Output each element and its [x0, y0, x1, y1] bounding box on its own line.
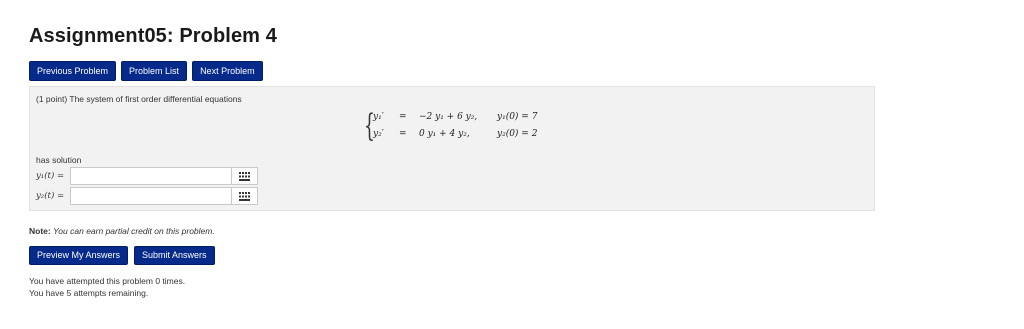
answer-label-y1: y₁(t) =: [36, 171, 65, 181]
remaining-text: You have 5 attempts remaining.: [29, 287, 149, 298]
equation-equals: =: [399, 129, 407, 139]
answer-actions: Preview My Answers Submit Answers: [29, 246, 215, 265]
equation-lhs: y₁′: [373, 112, 384, 122]
previous-problem-button[interactable]: Previous Problem: [29, 61, 117, 81]
answer-input-y1[interactable]: [70, 167, 232, 185]
next-problem-button[interactable]: Next Problem: [192, 61, 263, 81]
grid-icon: [239, 191, 250, 201]
equation-rhs: −2 y₁ + 6 y₂,: [419, 112, 478, 122]
equation-editor-button[interactable]: [232, 167, 258, 185]
solution-label: has solution: [36, 155, 82, 165]
problem-page: Assignment05: Problem 4 Previous Problem…: [0, 0, 1024, 329]
equation-lhs: y₂′: [373, 129, 384, 139]
initial-condition: y₁(0) = 7: [497, 112, 538, 122]
equation-editor-button[interactable]: [232, 187, 258, 205]
page-title: Assignment05: Problem 4: [29, 25, 277, 47]
answer-row-y1: y₁(t) =: [36, 167, 258, 185]
answer-row-y2: y₂(t) =: [36, 187, 258, 205]
problem-nav: Previous Problem Problem List Next Probl…: [29, 61, 263, 81]
answer-input-y2[interactable]: [70, 187, 232, 205]
attempt-status: You have attempted this problem 0 times.…: [29, 276, 185, 299]
problem-intro: (1 point) The system of first order diff…: [36, 94, 242, 104]
equation-equals: =: [399, 112, 407, 122]
preview-answers-button[interactable]: Preview My Answers: [29, 246, 129, 265]
problem-panel: (1 point) The system of first order diff…: [29, 86, 875, 211]
submit-answers-button[interactable]: Submit Answers: [134, 246, 215, 265]
initial-condition: y₂(0) = 2: [497, 129, 538, 139]
note-prefix: Note:: [29, 226, 51, 236]
note-text: You can earn partial credit on this prob…: [53, 226, 215, 236]
equation-rhs: 0 y₁ + 4 y₂,: [419, 129, 470, 139]
answer-label-y2: y₂(t) =: [36, 191, 65, 201]
grid-icon: [239, 171, 250, 181]
attempts-text: You have attempted this problem 0 times.: [29, 276, 186, 286]
partial-credit-note: Note: You can earn partial credit on thi…: [29, 226, 215, 236]
problem-list-button[interactable]: Problem List: [121, 61, 188, 81]
